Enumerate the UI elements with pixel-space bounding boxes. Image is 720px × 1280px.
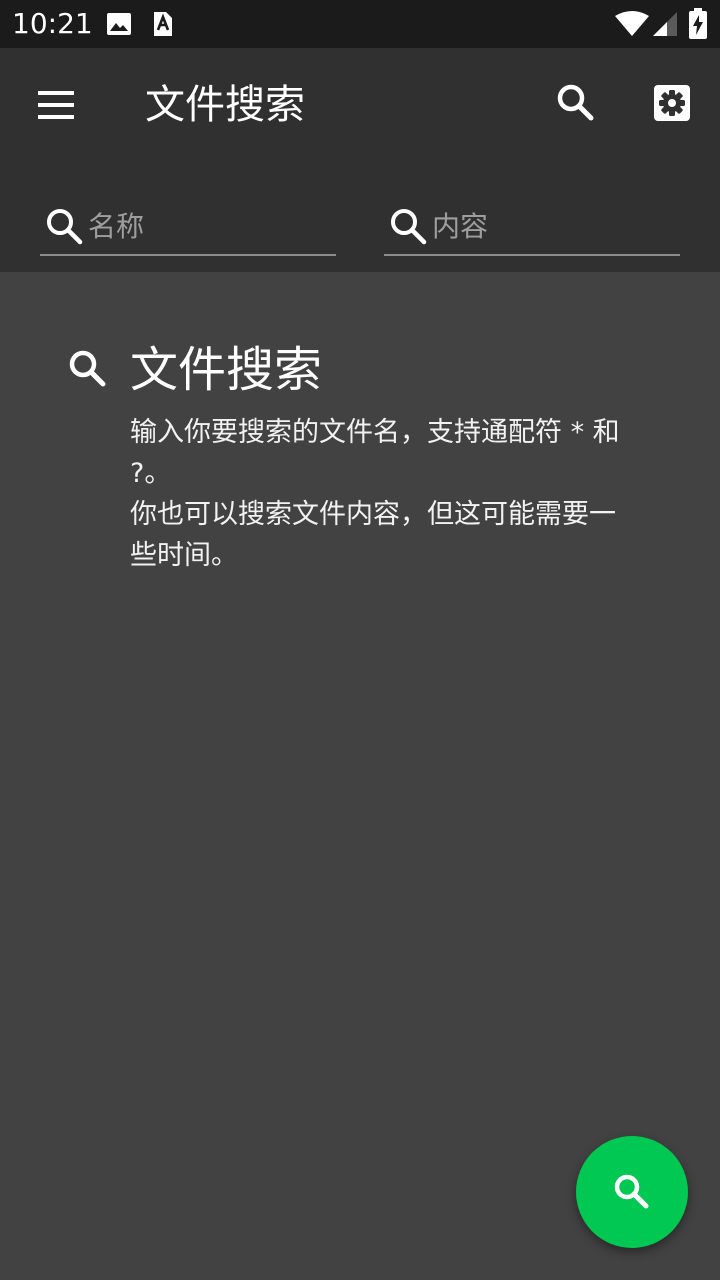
hamburger-menu-icon <box>38 91 74 119</box>
name-search-field <box>40 200 336 256</box>
status-bar: 10:21 <box>0 0 720 48</box>
a-notification-icon <box>154 12 172 36</box>
search-icon <box>69 350 106 387</box>
app-bar: 文件搜索 <box>0 48 720 272</box>
search-icon <box>614 1174 649 1209</box>
search-icon <box>47 209 83 245</box>
empty-state-description: 输入你要搜索的文件名，支持通配符 * 和 ?。 你也可以搜索文件内容，但这可能需… <box>130 412 640 576</box>
search-icon <box>391 209 427 245</box>
settings-button[interactable] <box>642 73 702 133</box>
search-icon <box>557 84 594 121</box>
name-search-input[interactable] <box>88 204 328 248</box>
content-search-field <box>384 200 680 256</box>
toolbar-search-button[interactable] <box>546 73 606 133</box>
wifi-icon <box>615 11 649 36</box>
gear-icon <box>654 85 690 121</box>
status-time: 10:21 <box>12 7 93 40</box>
empty-state-line-1: 输入你要搜索的文件名，支持通配符 * 和 ?。 <box>130 417 620 489</box>
content-search-input[interactable] <box>432 204 672 248</box>
image-icon <box>107 13 131 35</box>
page-title: 文件搜索 <box>145 82 305 128</box>
search-fab-button[interactable] <box>576 1136 688 1248</box>
empty-state-line-2: 你也可以搜索文件内容，但这可能需要一些时间。 <box>130 499 616 571</box>
battery-charging-icon <box>689 8 707 39</box>
cellular-signal-icon <box>653 12 677 36</box>
empty-state-title: 文件搜索 <box>130 342 323 398</box>
navigation-menu-button[interactable] <box>24 79 88 131</box>
